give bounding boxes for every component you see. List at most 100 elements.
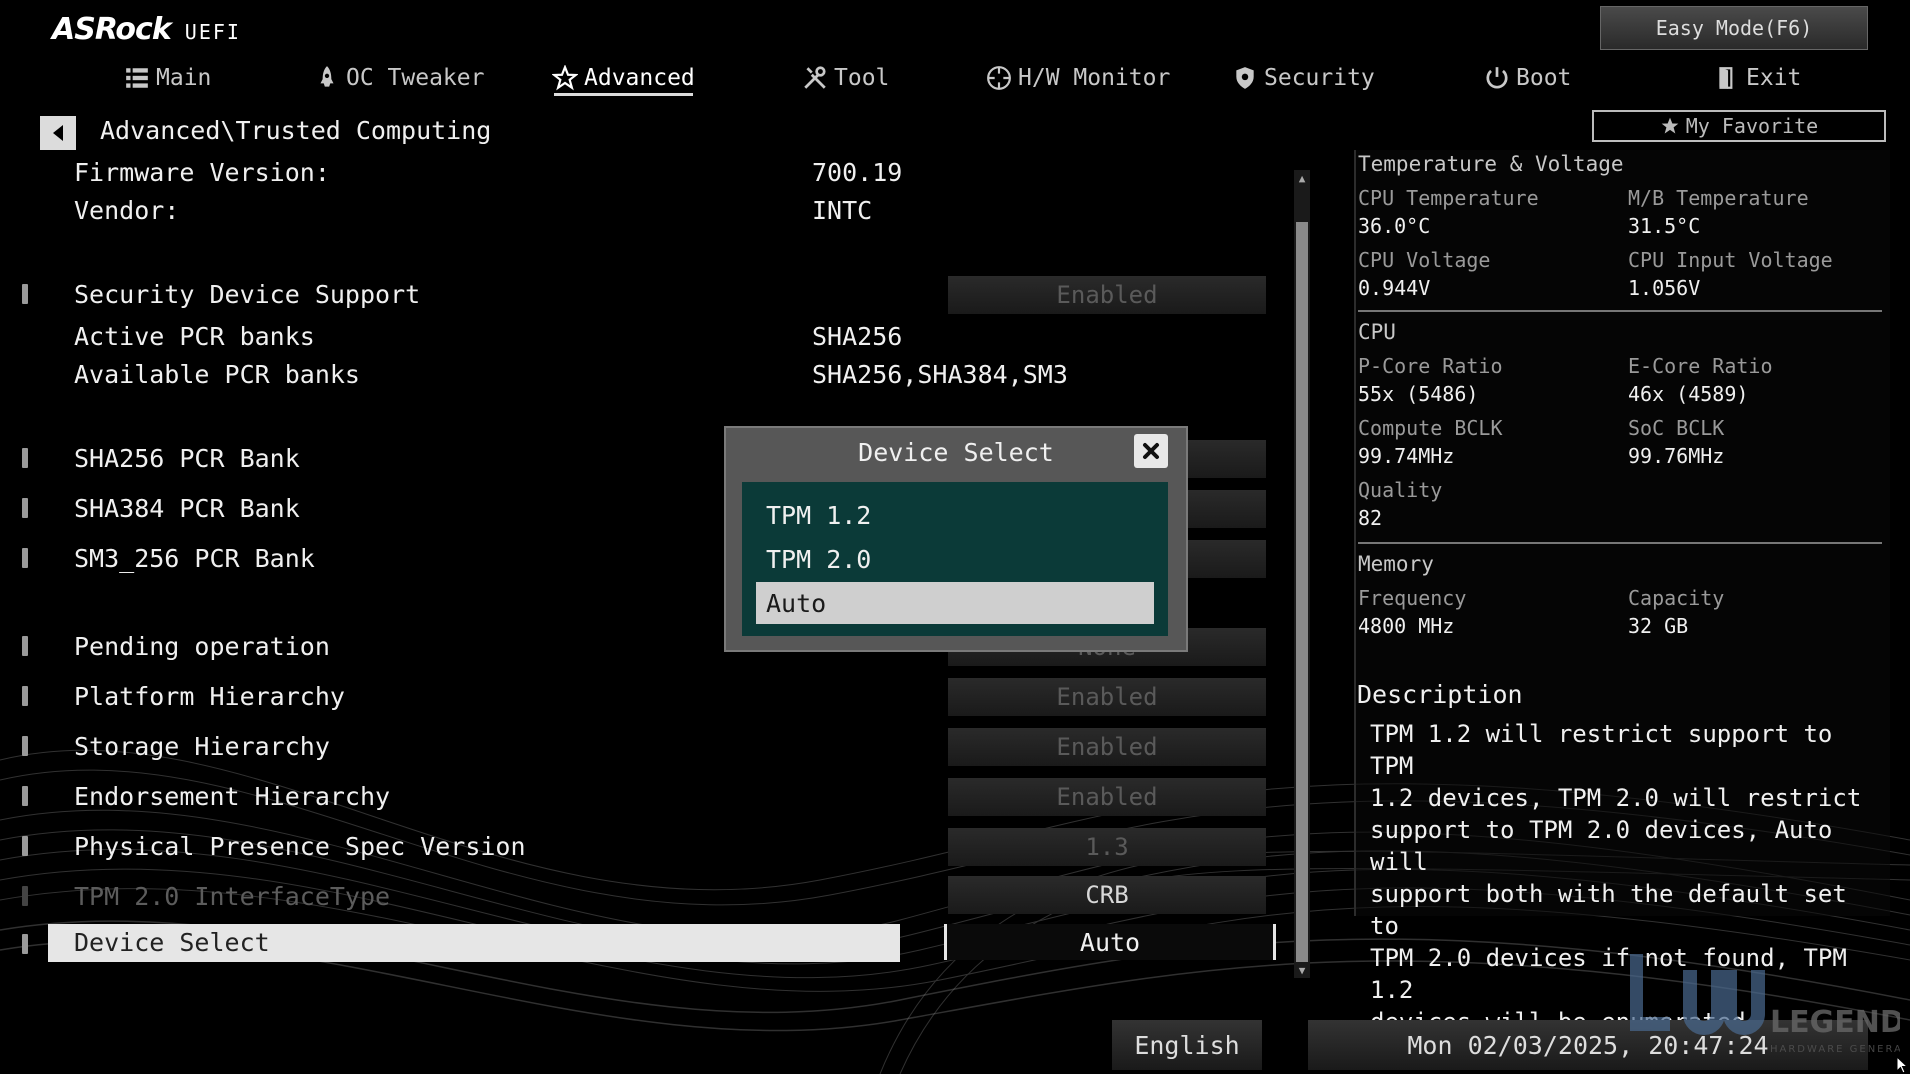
row-bullet: [22, 886, 28, 906]
device-select-value[interactable]: Auto: [944, 924, 1276, 960]
memory-capacity-value: 32 GB: [1628, 614, 1689, 638]
platform-hierarchy-value[interactable]: Enabled: [948, 678, 1266, 716]
device-select-label[interactable]: Device Select: [74, 928, 270, 957]
tab-boot[interactable]: Boot: [1484, 58, 1571, 98]
dialog-title: Device Select: [858, 438, 1054, 467]
row-bullet: [22, 736, 28, 756]
tab-security[interactable]: Security: [1232, 58, 1375, 98]
platform-hierarchy-label[interactable]: Platform Hierarchy: [74, 682, 345, 711]
row-bullet: [22, 786, 28, 806]
firmware-version-label: Firmware Version:: [74, 158, 330, 187]
ecore-ratio-value: 46x (4589): [1628, 382, 1749, 406]
dialog-option-list: TPM 1.2 TPM 2.0 Auto: [742, 482, 1168, 636]
description-title: Description: [1357, 680, 1523, 709]
rocket-icon: [320, 66, 334, 87]
asrock-logo: ASRock UEFI: [52, 12, 241, 47]
physical-presence-spec-version-label[interactable]: Physical Presence Spec Version: [74, 832, 526, 861]
memory-heading: Memory: [1358, 552, 1434, 576]
tab-exit[interactable]: Exit: [1714, 58, 1801, 98]
row-bullet: [22, 636, 28, 656]
watermark-brand-text: LEGEND: [1770, 1005, 1900, 1040]
vendor-value: INTC: [812, 196, 873, 225]
back-button[interactable]: [40, 116, 76, 150]
scroll-down-icon[interactable]: ▼: [1294, 962, 1310, 978]
option-tpm20[interactable]: TPM 2.0: [756, 538, 1154, 580]
language-button[interactable]: English: [1112, 1020, 1262, 1070]
security-device-support-value[interactable]: Enabled: [948, 276, 1266, 314]
option-tpm12[interactable]: TPM 1.2: [756, 494, 1154, 536]
cpu-temp-label: CPU Temperature: [1358, 186, 1539, 210]
scrollbar-thumb[interactable]: [1296, 222, 1308, 962]
cpu-input-voltage-value: 1.056V: [1628, 276, 1701, 300]
mouse-cursor-icon: [1896, 1056, 1909, 1074]
cpu-voltage-value: 0.944V: [1358, 276, 1431, 300]
cpu-temp-value: 36.0°C: [1358, 214, 1431, 238]
active-pcr-banks-value: SHA256: [812, 322, 903, 351]
row-bullet: [22, 284, 28, 304]
quality-value: 82: [1358, 506, 1383, 530]
my-favorite-button[interactable]: My Favorite: [1592, 110, 1886, 142]
pcore-ratio-label: P-Core Ratio: [1358, 354, 1503, 378]
row-bullet: [22, 498, 28, 518]
quality-label: Quality: [1358, 478, 1443, 502]
ecore-ratio-label: E-Core Ratio: [1628, 354, 1773, 378]
option-auto[interactable]: Auto: [756, 582, 1154, 624]
available-pcr-banks-label: Available PCR banks: [74, 360, 360, 389]
vendor-label: Vendor:: [74, 196, 180, 225]
pending-operation-label[interactable]: Pending operation: [74, 632, 330, 661]
tab-hw-monitor[interactable]: H/W Monitor: [986, 58, 1170, 98]
star-icon: [1661, 117, 1679, 134]
physical-presence-spec-version-value[interactable]: 1.3: [948, 828, 1266, 866]
cpu-voltage-label: CPU Voltage: [1358, 248, 1491, 272]
security-device-support-label[interactable]: Security Device Support: [74, 280, 420, 309]
available-pcr-banks-value: SHA256,SHA384,SM3: [812, 360, 1068, 389]
row-bullet: [22, 686, 28, 706]
soc-bclk-label: SoC BCLK: [1628, 416, 1725, 440]
row-bullet: [22, 548, 28, 568]
tpm20-interface-type-label: TPM 2.0 InterfaceType: [74, 882, 391, 911]
firmware-version-value: 700.19: [812, 158, 903, 187]
storage-hierarchy-label[interactable]: Storage Hierarchy: [74, 732, 330, 761]
tpm20-interface-type-value: CRB: [948, 876, 1266, 914]
cpu-heading: CPU: [1358, 320, 1396, 344]
list-icon: [126, 68, 148, 88]
star-icon: [552, 65, 578, 91]
compute-bclk-value: 99.74MHz: [1358, 444, 1455, 468]
tab-advanced[interactable]: Advanced: [552, 58, 695, 98]
sha384-pcr-bank-label[interactable]: SHA384 PCR Bank: [74, 494, 300, 523]
row-bullet: [22, 934, 28, 954]
memory-frequency-value: 4800 MHz: [1358, 614, 1455, 638]
power-icon: [1486, 67, 1508, 89]
memory-capacity-label: Capacity: [1628, 586, 1725, 610]
storage-hierarchy-value[interactable]: Enabled: [948, 728, 1266, 766]
crosshair-icon: [987, 66, 1011, 90]
tools-icon: [804, 66, 826, 89]
tab-tool[interactable]: Tool: [802, 58, 889, 98]
arrow-left-icon: [53, 125, 63, 141]
row-bullet: [22, 448, 28, 468]
mb-temp-value: 31.5°C: [1628, 214, 1701, 238]
cpu-input-voltage-label: CPU Input Voltage: [1628, 248, 1833, 272]
breadcrumb: Advanced\Trusted Computing: [100, 116, 492, 145]
row-bullet: [22, 836, 28, 856]
easy-mode-button[interactable]: Easy Mode(F6): [1600, 6, 1868, 50]
sha256-pcr-bank-label[interactable]: SHA256 PCR Bank: [74, 444, 300, 473]
divider: [1358, 310, 1882, 312]
watermark-sub-text: HARDWARE GENERATION: [1770, 1044, 1900, 1055]
scroll-up-icon[interactable]: ▲: [1294, 170, 1310, 186]
close-icon: [1143, 443, 1159, 459]
close-button[interactable]: [1134, 434, 1168, 468]
sm3-256-pcr-bank-label[interactable]: SM3_256 PCR Bank: [74, 544, 315, 573]
compute-bclk-label: Compute BCLK: [1358, 416, 1503, 440]
endorsement-hierarchy-label[interactable]: Endorsement Hierarchy: [74, 782, 390, 811]
exit-icon: [1719, 67, 1733, 89]
tab-oc-tweaker[interactable]: OC Tweaker: [314, 58, 484, 98]
tab-main[interactable]: Main: [124, 58, 211, 98]
legend-watermark-logo: LEGEND HARDWARE GENERATION: [1630, 954, 1900, 1055]
shield-icon: [1236, 67, 1254, 89]
device-select-dialog: Device Select TPM 1.2 TPM 2.0 Auto: [724, 426, 1188, 652]
active-pcr-banks-label: Active PCR banks: [74, 322, 315, 351]
divider: [1358, 542, 1882, 544]
pcore-ratio-value: 55x (5486): [1358, 382, 1479, 406]
endorsement-hierarchy-value[interactable]: Enabled: [948, 778, 1266, 816]
